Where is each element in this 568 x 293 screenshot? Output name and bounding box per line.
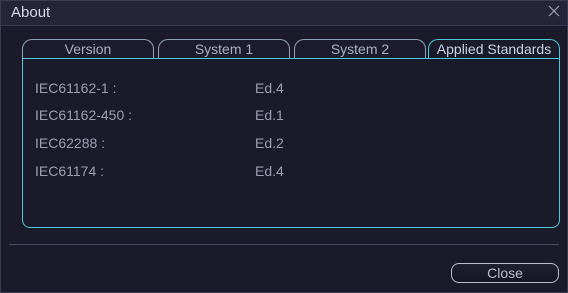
- standard-name: IEC62288 :: [35, 135, 106, 151]
- applied-standards-panel: IEC61162-1 : Ed.4 IEC61162-450 : Ed.1 IE…: [22, 58, 560, 228]
- title-bar: About: [1, 1, 567, 26]
- standard-edition: Ed.1: [255, 107, 284, 123]
- tab-system-2[interactable]: System 2: [294, 39, 426, 58]
- standard-edition: Ed.4: [255, 163, 284, 179]
- dialog-title: About: [11, 4, 51, 21]
- standard-row: IEC61174 : Ed.4: [35, 161, 435, 181]
- standard-row: IEC62288 : Ed.2: [35, 133, 435, 153]
- standard-row: IEC61162-1 : Ed.4: [35, 78, 435, 98]
- tab-bar: Version System 1 System 2 Applied Standa…: [22, 39, 560, 60]
- footer-divider: [9, 244, 559, 245]
- standard-name: IEC61162-1 :: [35, 80, 117, 96]
- close-button[interactable]: Close: [451, 263, 559, 283]
- standard-name: IEC61174 :: [35, 163, 105, 179]
- about-dialog: About Version System 1 System 2 Applied …: [0, 0, 568, 293]
- close-icon[interactable]: [547, 4, 561, 18]
- tab-applied-standards[interactable]: Applied Standards: [428, 39, 560, 60]
- standard-edition: Ed.4: [255, 80, 284, 96]
- standard-edition: Ed.2: [255, 135, 284, 151]
- tab-system-1[interactable]: System 1: [158, 39, 290, 58]
- tab-version[interactable]: Version: [22, 39, 154, 58]
- standard-row: IEC61162-450 : Ed.1: [35, 105, 435, 125]
- standard-name: IEC61162-450 :: [35, 107, 133, 123]
